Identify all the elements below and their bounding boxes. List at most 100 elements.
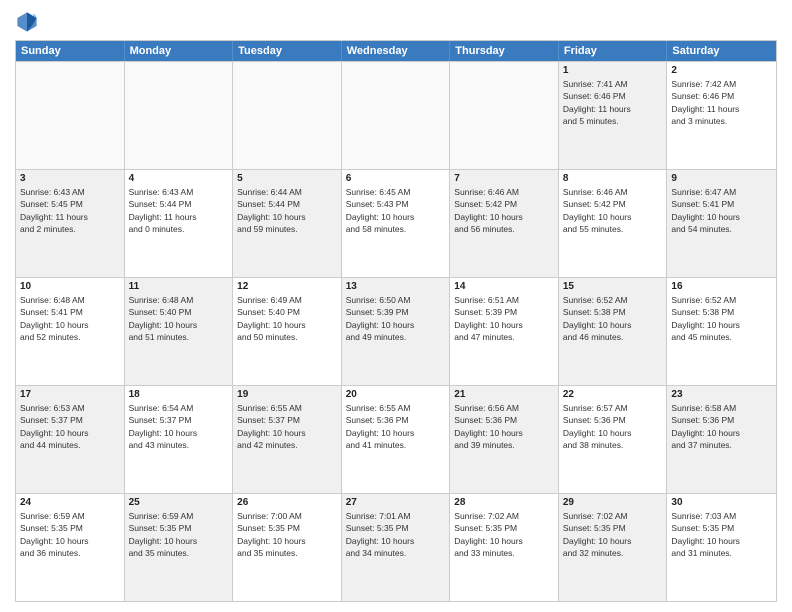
day-number: 2	[671, 65, 772, 76]
day-number: 16	[671, 281, 772, 292]
calendar-cell: 12 Sunrise: 6:49 AM Sunset: 5:40 PM Dayli…	[233, 278, 342, 385]
day-number: 24	[20, 497, 120, 508]
day-number: 1	[563, 65, 663, 76]
calendar-row: 1 Sunrise: 7:41 AM Sunset: 6:46 PM Daylig…	[16, 61, 776, 169]
day-info: Sunrise: 6:46 AM Sunset: 5:42 PM Dayligh…	[563, 186, 663, 235]
day-info: Sunrise: 7:00 AM Sunset: 5:35 PM Dayligh…	[237, 510, 337, 559]
day-info: Sunrise: 6:50 AM Sunset: 5:39 PM Dayligh…	[346, 294, 446, 343]
day-number: 9	[671, 173, 772, 184]
day-info: Sunrise: 6:43 AM Sunset: 5:45 PM Dayligh…	[20, 186, 120, 235]
day-number: 30	[671, 497, 772, 508]
calendar-header-cell: Tuesday	[233, 41, 342, 61]
day-number: 13	[346, 281, 446, 292]
calendar-cell: 1 Sunrise: 7:41 AM Sunset: 6:46 PM Daylig…	[559, 62, 668, 169]
calendar-cell: 2 Sunrise: 7:42 AM Sunset: 6:46 PM Daylig…	[667, 62, 776, 169]
day-info: Sunrise: 6:59 AM Sunset: 5:35 PM Dayligh…	[20, 510, 120, 559]
day-number: 12	[237, 281, 337, 292]
day-info: Sunrise: 6:44 AM Sunset: 5:44 PM Dayligh…	[237, 186, 337, 235]
day-info: Sunrise: 7:02 AM Sunset: 5:35 PM Dayligh…	[454, 510, 554, 559]
calendar-body: 1 Sunrise: 7:41 AM Sunset: 6:46 PM Daylig…	[16, 61, 776, 601]
calendar-cell	[450, 62, 559, 169]
calendar-cell: 30Sunrise: 7:03 AM Sunset: 5:35 PM Dayli…	[667, 494, 776, 601]
day-number: 26	[237, 497, 337, 508]
day-number: 15	[563, 281, 663, 292]
calendar-header-cell: Friday	[559, 41, 668, 61]
day-info: Sunrise: 6:57 AM Sunset: 5:36 PM Dayligh…	[563, 402, 663, 451]
day-info: Sunrise: 6:55 AM Sunset: 5:36 PM Dayligh…	[346, 402, 446, 451]
calendar-header-cell: Thursday	[450, 41, 559, 61]
calendar-cell	[233, 62, 342, 169]
calendar-cell: 21 Sunrise: 6:56 AM Sunset: 5:36 PM Dayli…	[450, 386, 559, 493]
calendar-cell: 16 Sunrise: 6:52 AM Sunset: 5:38 PM Dayli…	[667, 278, 776, 385]
calendar-cell: 24 Sunrise: 6:59 AM Sunset: 5:35 PM Dayli…	[16, 494, 125, 601]
day-number: 10	[20, 281, 120, 292]
day-number: 6	[346, 173, 446, 184]
day-number: 4	[129, 173, 229, 184]
calendar-cell: 10 Sunrise: 6:48 AM Sunset: 5:41 PM Dayli…	[16, 278, 125, 385]
day-number: 5	[237, 173, 337, 184]
day-info: Sunrise: 6:51 AM Sunset: 5:39 PM Dayligh…	[454, 294, 554, 343]
calendar-cell: 22 Sunrise: 6:57 AM Sunset: 5:36 PM Dayli…	[559, 386, 668, 493]
day-info: Sunrise: 6:48 AM Sunset: 5:41 PM Dayligh…	[20, 294, 120, 343]
day-number: 3	[20, 173, 120, 184]
day-info: Sunrise: 7:01 AM Sunset: 5:35 PM Dayligh…	[346, 510, 446, 559]
calendar-header: SundayMondayTuesdayWednesdayThursdayFrid…	[16, 41, 776, 61]
day-number: 11	[129, 281, 229, 292]
day-info: Sunrise: 6:52 AM Sunset: 5:38 PM Dayligh…	[563, 294, 663, 343]
day-number: 21	[454, 389, 554, 400]
logo-icon	[15, 10, 39, 34]
calendar-header-cell: Wednesday	[342, 41, 451, 61]
day-info: Sunrise: 6:45 AM Sunset: 5:43 PM Dayligh…	[346, 186, 446, 235]
calendar-cell: 4 Sunrise: 6:43 AM Sunset: 5:44 PM Daylig…	[125, 170, 234, 277]
calendar-cell: 23Sunrise: 6:58 AM Sunset: 5:36 PM Dayli…	[667, 386, 776, 493]
calendar-header-cell: Saturday	[667, 41, 776, 61]
day-info: Sunrise: 6:54 AM Sunset: 5:37 PM Dayligh…	[129, 402, 229, 451]
calendar-cell: 29Sunrise: 7:02 AM Sunset: 5:35 PM Dayli…	[559, 494, 668, 601]
day-info: Sunrise: 7:41 AM Sunset: 6:46 PM Dayligh…	[563, 78, 663, 127]
day-info: Sunrise: 6:43 AM Sunset: 5:44 PM Dayligh…	[129, 186, 229, 235]
day-number: 25	[129, 497, 229, 508]
calendar-cell: 19 Sunrise: 6:55 AM Sunset: 5:37 PM Dayli…	[233, 386, 342, 493]
day-info: Sunrise: 6:56 AM Sunset: 5:36 PM Dayligh…	[454, 402, 554, 451]
calendar: SundayMondayTuesdayWednesdayThursdayFrid…	[15, 40, 777, 602]
day-number: 20	[346, 389, 446, 400]
day-number: 29	[563, 497, 663, 508]
day-number: 18	[129, 389, 229, 400]
calendar-row: 24 Sunrise: 6:59 AM Sunset: 5:35 PM Dayli…	[16, 493, 776, 601]
day-number: 27	[346, 497, 446, 508]
calendar-row: 17Sunrise: 6:53 AM Sunset: 5:37 PM Dayli…	[16, 385, 776, 493]
calendar-cell: 5 Sunrise: 6:44 AM Sunset: 5:44 PM Daylig…	[233, 170, 342, 277]
day-number: 22	[563, 389, 663, 400]
calendar-cell: 13 Sunrise: 6:50 AM Sunset: 5:39 PM Dayli…	[342, 278, 451, 385]
day-info: Sunrise: 6:48 AM Sunset: 5:40 PM Dayligh…	[129, 294, 229, 343]
calendar-cell	[342, 62, 451, 169]
calendar-cell	[125, 62, 234, 169]
calendar-cell: 26 Sunrise: 7:00 AM Sunset: 5:35 PM Dayli…	[233, 494, 342, 601]
day-number: 19	[237, 389, 337, 400]
calendar-cell: 6 Sunrise: 6:45 AM Sunset: 5:43 PM Daylig…	[342, 170, 451, 277]
day-info: Sunrise: 6:47 AM Sunset: 5:41 PM Dayligh…	[671, 186, 772, 235]
day-info: Sunrise: 7:42 AM Sunset: 6:46 PM Dayligh…	[671, 78, 772, 127]
page: SundayMondayTuesdayWednesdayThursdayFrid…	[0, 0, 792, 612]
day-info: Sunrise: 6:49 AM Sunset: 5:40 PM Dayligh…	[237, 294, 337, 343]
calendar-cell: 9 Sunrise: 6:47 AM Sunset: 5:41 PM Daylig…	[667, 170, 776, 277]
day-info: Sunrise: 6:52 AM Sunset: 5:38 PM Dayligh…	[671, 294, 772, 343]
day-number: 14	[454, 281, 554, 292]
calendar-row: 3 Sunrise: 6:43 AM Sunset: 5:45 PM Daylig…	[16, 169, 776, 277]
calendar-cell: 18 Sunrise: 6:54 AM Sunset: 5:37 PM Dayli…	[125, 386, 234, 493]
calendar-header-cell: Monday	[125, 41, 234, 61]
calendar-cell: 8Sunrise: 6:46 AM Sunset: 5:42 PM Daylig…	[559, 170, 668, 277]
day-info: Sunrise: 6:55 AM Sunset: 5:37 PM Dayligh…	[237, 402, 337, 451]
calendar-row: 10 Sunrise: 6:48 AM Sunset: 5:41 PM Dayli…	[16, 277, 776, 385]
day-info: Sunrise: 6:53 AM Sunset: 5:37 PM Dayligh…	[20, 402, 120, 451]
calendar-cell: 7Sunrise: 6:46 AM Sunset: 5:42 PM Daylig…	[450, 170, 559, 277]
calendar-cell: 27 Sunrise: 7:01 AM Sunset: 5:35 PM Dayli…	[342, 494, 451, 601]
calendar-cell	[16, 62, 125, 169]
day-info: Sunrise: 6:58 AM Sunset: 5:36 PM Dayligh…	[671, 402, 772, 451]
calendar-cell: 15 Sunrise: 6:52 AM Sunset: 5:38 PM Dayli…	[559, 278, 668, 385]
calendar-cell: 20 Sunrise: 6:55 AM Sunset: 5:36 PM Dayli…	[342, 386, 451, 493]
calendar-cell: 11 Sunrise: 6:48 AM Sunset: 5:40 PM Dayli…	[125, 278, 234, 385]
day-number: 28	[454, 497, 554, 508]
day-info: Sunrise: 6:46 AM Sunset: 5:42 PM Dayligh…	[454, 186, 554, 235]
calendar-cell: 14 Sunrise: 6:51 AM Sunset: 5:39 PM Dayli…	[450, 278, 559, 385]
